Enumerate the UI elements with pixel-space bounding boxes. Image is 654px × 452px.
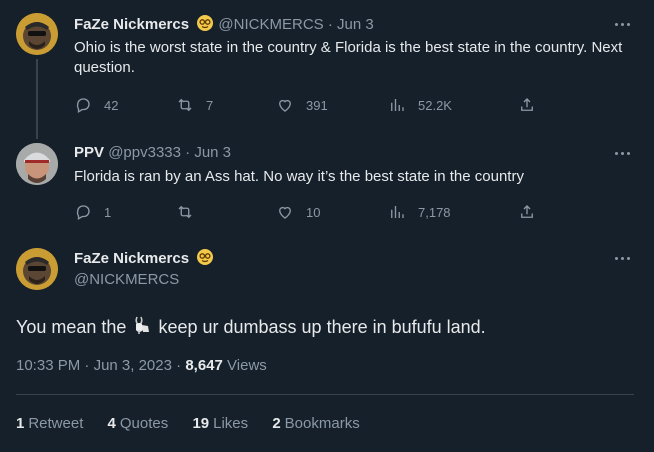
views-button[interactable]: 7,178 — [388, 202, 451, 222]
main-tweet-text: You mean the keep ur dumbass up there in… — [16, 314, 486, 342]
views-count: 7,178 — [418, 204, 451, 220]
like-icon — [279, 99, 291, 112]
views-label: Views — [227, 357, 267, 374]
bookmarks-stat[interactable]: 2 Bookmarks — [272, 415, 359, 432]
avatar[interactable] — [16, 13, 58, 55]
engagement-stats: 1 Retweet 4 Quotes 19 Likes 2 Bookmarks — [16, 414, 380, 434]
tweet-date[interactable]: Jun 3 — [194, 144, 231, 161]
tweet-date[interactable]: Jun 3, 2023 — [94, 357, 172, 374]
tweet-text: Florida is ran by an Ass hat. No way it’… — [74, 168, 524, 185]
avatar[interactable] — [16, 248, 58, 290]
reply-icon — [76, 98, 90, 113]
separator-dot: · — [176, 357, 182, 374]
likes-stat[interactable]: 19 Likes — [192, 415, 248, 432]
more-icon[interactable] — [612, 248, 634, 268]
author-handle[interactable]: @NICKMERCS — [218, 16, 323, 33]
share-button[interactable] — [518, 95, 548, 115]
author-handle[interactable]: @ppv3333 — [108, 144, 181, 161]
divider — [16, 394, 634, 395]
share-button[interactable] — [518, 202, 548, 222]
verified-badge-icon — [196, 14, 214, 38]
tweet-ppv[interactable]: PPV @ppv3333 · Jun 3 Florida is ran by a… — [0, 130, 654, 230]
reply-button[interactable]: 42 — [74, 95, 118, 115]
tweet-date[interactable]: Jun 3 — [337, 16, 374, 33]
retweet-icon — [178, 98, 192, 112]
retweet-count: 7 — [206, 97, 214, 113]
text-before: You mean the — [16, 317, 127, 337]
tweet-nickmercs-1[interactable]: FaZe Nickmercs @NICKMERCS · Jun 3 Ohio i… — [0, 0, 654, 139]
views-count: 52.2K — [418, 97, 452, 113]
share-icon — [521, 98, 533, 111]
separator-dot: · — [84, 357, 90, 374]
like-icon — [279, 206, 291, 219]
more-icon[interactable] — [612, 14, 634, 34]
retweets-stat[interactable]: 1 Retweet — [16, 415, 83, 432]
reply-count: 42 — [104, 97, 119, 113]
goat-emoji-icon — [131, 314, 153, 342]
views-count: 8,647 — [185, 357, 223, 374]
views-icon — [391, 206, 404, 218]
like-button[interactable]: 10 — [276, 202, 320, 222]
retweet-button[interactable] — [176, 202, 206, 222]
like-count: 10 — [306, 204, 321, 220]
author-name[interactable]: FaZe Nickmercs — [74, 250, 189, 267]
like-button[interactable]: 391 — [276, 95, 328, 115]
tweet-text: Ohio is the worst state in the country &… — [74, 39, 623, 76]
reply-button[interactable]: 1 — [74, 202, 111, 222]
views-button[interactable]: 52.2K — [388, 95, 452, 115]
thread-line — [36, 59, 38, 139]
more-icon[interactable] — [612, 143, 634, 163]
author-name[interactable]: PPV — [74, 144, 104, 161]
tweet-meta: 10:33 PM · Jun 3, 2023 · 8,647 Views — [16, 356, 267, 376]
separator-dot: · — [185, 144, 191, 161]
like-count: 391 — [306, 97, 328, 113]
quotes-stat[interactable]: 4 Quotes — [108, 415, 169, 432]
verified-badge-icon — [196, 248, 214, 272]
text-after: keep ur dumbass up there in bufufu land. — [158, 317, 486, 337]
avatar[interactable] — [16, 143, 58, 185]
tweet-time[interactable]: 10:33 PM — [16, 357, 80, 374]
retweet-icon — [178, 205, 192, 219]
views-icon — [391, 99, 404, 111]
reply-icon — [76, 205, 90, 220]
retweet-button[interactable]: 7 — [176, 95, 213, 115]
reply-count: 1 — [104, 204, 112, 220]
share-icon — [521, 205, 533, 218]
author-name[interactable]: FaZe Nickmercs — [74, 16, 189, 33]
author-handle[interactable]: @NICKMERCS — [74, 270, 179, 290]
separator-dot: · — [327, 16, 333, 33]
